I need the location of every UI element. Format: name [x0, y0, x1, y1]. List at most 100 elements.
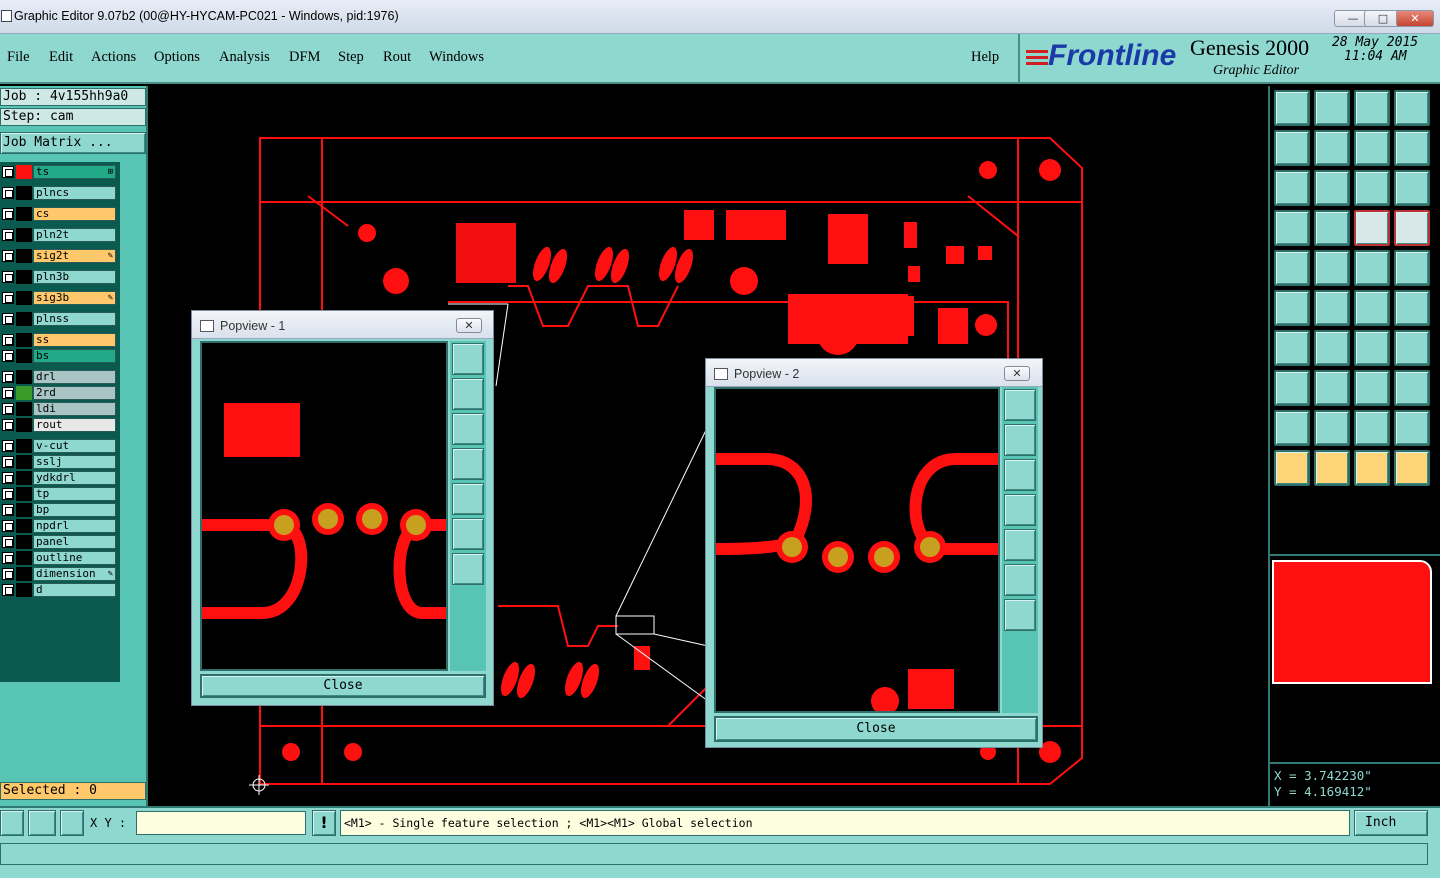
layer-name[interactable]: ldi [33, 402, 116, 416]
layer-name[interactable]: npdrl [33, 519, 116, 533]
layer-row-bs[interactable]: bs [2, 349, 116, 363]
pad-link-icon[interactable] [1394, 290, 1430, 326]
scale-1-2-icon[interactable] [1354, 170, 1390, 206]
layer-checkbox[interactable] [2, 552, 14, 564]
pointer-3-icon[interactable] [1354, 450, 1390, 486]
open-step-icon[interactable] [1274, 90, 1310, 126]
flip-icon[interactable] [1394, 330, 1430, 366]
layer-row-tp[interactable]: tp [2, 487, 116, 501]
layer-checkbox[interactable] [2, 334, 14, 346]
layer-color-swatch[interactable] [16, 471, 32, 485]
layer-color-swatch[interactable] [16, 370, 32, 384]
menu-help[interactable]: Help [971, 49, 999, 66]
zoom-home-icon[interactable] [1314, 170, 1350, 206]
pad-circle-icon[interactable] [1394, 250, 1430, 286]
panel-right-icon[interactable] [1314, 130, 1350, 166]
layer-checkbox[interactable] [2, 229, 14, 241]
snap-mode-icon[interactable] [28, 810, 56, 836]
popview-1-close-button[interactable]: Close [200, 674, 486, 698]
layer-color-swatch[interactable] [16, 455, 32, 469]
menu-windows[interactable]: Windows [429, 49, 484, 66]
menu-rout[interactable]: Rout [383, 49, 411, 66]
layer-color-swatch[interactable] [16, 439, 32, 453]
layer-row-rout[interactable]: rout [2, 418, 116, 432]
layer-row-ss[interactable]: ss [2, 333, 116, 347]
layer-row-sig3b[interactable]: sig3b ✎ [2, 291, 116, 305]
layer-color-swatch[interactable] [16, 519, 32, 533]
layer-checkbox[interactable] [2, 419, 14, 431]
layer-name[interactable]: sig3b ✎ [33, 291, 116, 305]
layer-color-swatch[interactable] [16, 583, 32, 597]
layer-name[interactable]: bp [33, 503, 116, 517]
line-edit-icon[interactable] [1314, 330, 1350, 366]
layer-row-pln2t[interactable]: pln2t [2, 228, 116, 242]
pointer-icon[interactable] [1274, 450, 1310, 486]
layer-color-swatch[interactable] [16, 270, 32, 284]
layer-checkbox[interactable] [2, 350, 14, 362]
popview-zoom-in-icon[interactable] [1004, 564, 1036, 596]
layer-checkbox[interactable] [2, 568, 14, 580]
layer-name[interactable]: tp [33, 487, 116, 501]
layer-checkbox[interactable] [2, 166, 14, 178]
layer-row-ldi[interactable]: ldi [2, 402, 116, 416]
layer-row-outline[interactable]: outline [2, 551, 116, 565]
popview-zoom-out-icon[interactable] [452, 553, 484, 585]
popview-right-icon[interactable] [452, 483, 484, 515]
layer-name[interactable]: pln3b [33, 270, 116, 284]
layer-color-swatch[interactable] [16, 228, 32, 242]
menu-edit[interactable]: Edit [49, 49, 73, 66]
layer-color-swatch[interactable] [16, 386, 32, 400]
layer-name[interactable]: cs [33, 207, 116, 221]
popview-left-icon[interactable] [1004, 494, 1036, 526]
close-button[interactable]: ✕ [1396, 10, 1434, 27]
layer-name[interactable]: ydkdrl [33, 471, 116, 485]
layer-row-ydkdrl[interactable]: ydkdrl [2, 471, 116, 485]
popview-1-x-button[interactable]: ✕ [456, 318, 482, 333]
triangle-2-icon[interactable] [1314, 410, 1350, 446]
popview-zoom-fit-icon[interactable] [452, 343, 484, 375]
layer-color-swatch[interactable] [16, 186, 32, 200]
command-line[interactable] [0, 843, 1428, 865]
layer-color-swatch[interactable] [16, 349, 32, 363]
layer-row-npdrl[interactable]: npdrl [2, 519, 116, 533]
layer-name[interactable]: 2rd [33, 386, 116, 400]
pointer-4-icon[interactable] [1394, 450, 1430, 486]
line-draw-icon[interactable] [1354, 290, 1390, 326]
overview-map[interactable] [1270, 554, 1440, 694]
layer-row-v-cut[interactable]: v-cut [2, 439, 116, 453]
pad-copy-icon[interactable] [1394, 370, 1430, 406]
redo-icon[interactable] [1394, 130, 1430, 166]
exclamation-icon[interactable]: ! [312, 810, 336, 836]
layer-checkbox[interactable] [2, 520, 14, 532]
layer-checkbox[interactable] [2, 271, 14, 283]
pad-move-icon[interactable] [1274, 370, 1310, 406]
layer-row-sig2t[interactable]: sig2t ✎ [2, 249, 116, 263]
popview-zoom-out-icon[interactable] [1004, 599, 1036, 631]
arc-icon[interactable] [1354, 330, 1390, 366]
xy-input[interactable] [136, 811, 306, 835]
line-move-icon[interactable] [1314, 370, 1350, 406]
layer-color-swatch[interactable] [16, 291, 32, 305]
undo-icon[interactable] [1354, 130, 1390, 166]
layer-row-plncs[interactable]: plncs [2, 186, 116, 200]
layer-checkbox[interactable] [2, 250, 14, 262]
menu-dfm[interactable]: DFM [289, 49, 320, 66]
layer-name[interactable]: drl [33, 370, 116, 384]
tool-settings-icon[interactable] [1274, 210, 1310, 246]
layer-name[interactable]: outline [33, 551, 116, 565]
net-edit-icon[interactable] [1394, 210, 1430, 246]
layer-name[interactable]: ss [33, 333, 116, 347]
layer-checkbox[interactable] [2, 584, 14, 596]
popview-2-canvas[interactable] [714, 387, 1000, 715]
layer-name[interactable]: sig2t ✎ [33, 249, 116, 263]
layer-color-swatch[interactable] [16, 418, 32, 432]
home-icon[interactable] [1354, 90, 1390, 126]
layer-checkbox[interactable] [2, 488, 14, 500]
menu-actions[interactable]: Actions [91, 49, 136, 66]
layer-checkbox[interactable] [2, 536, 14, 548]
popview-left-icon[interactable] [452, 448, 484, 480]
layer-name[interactable]: d [33, 583, 116, 597]
layer-checkbox[interactable] [2, 456, 14, 468]
ruler-icon[interactable] [1354, 250, 1390, 286]
layer-checkbox[interactable] [2, 292, 14, 304]
